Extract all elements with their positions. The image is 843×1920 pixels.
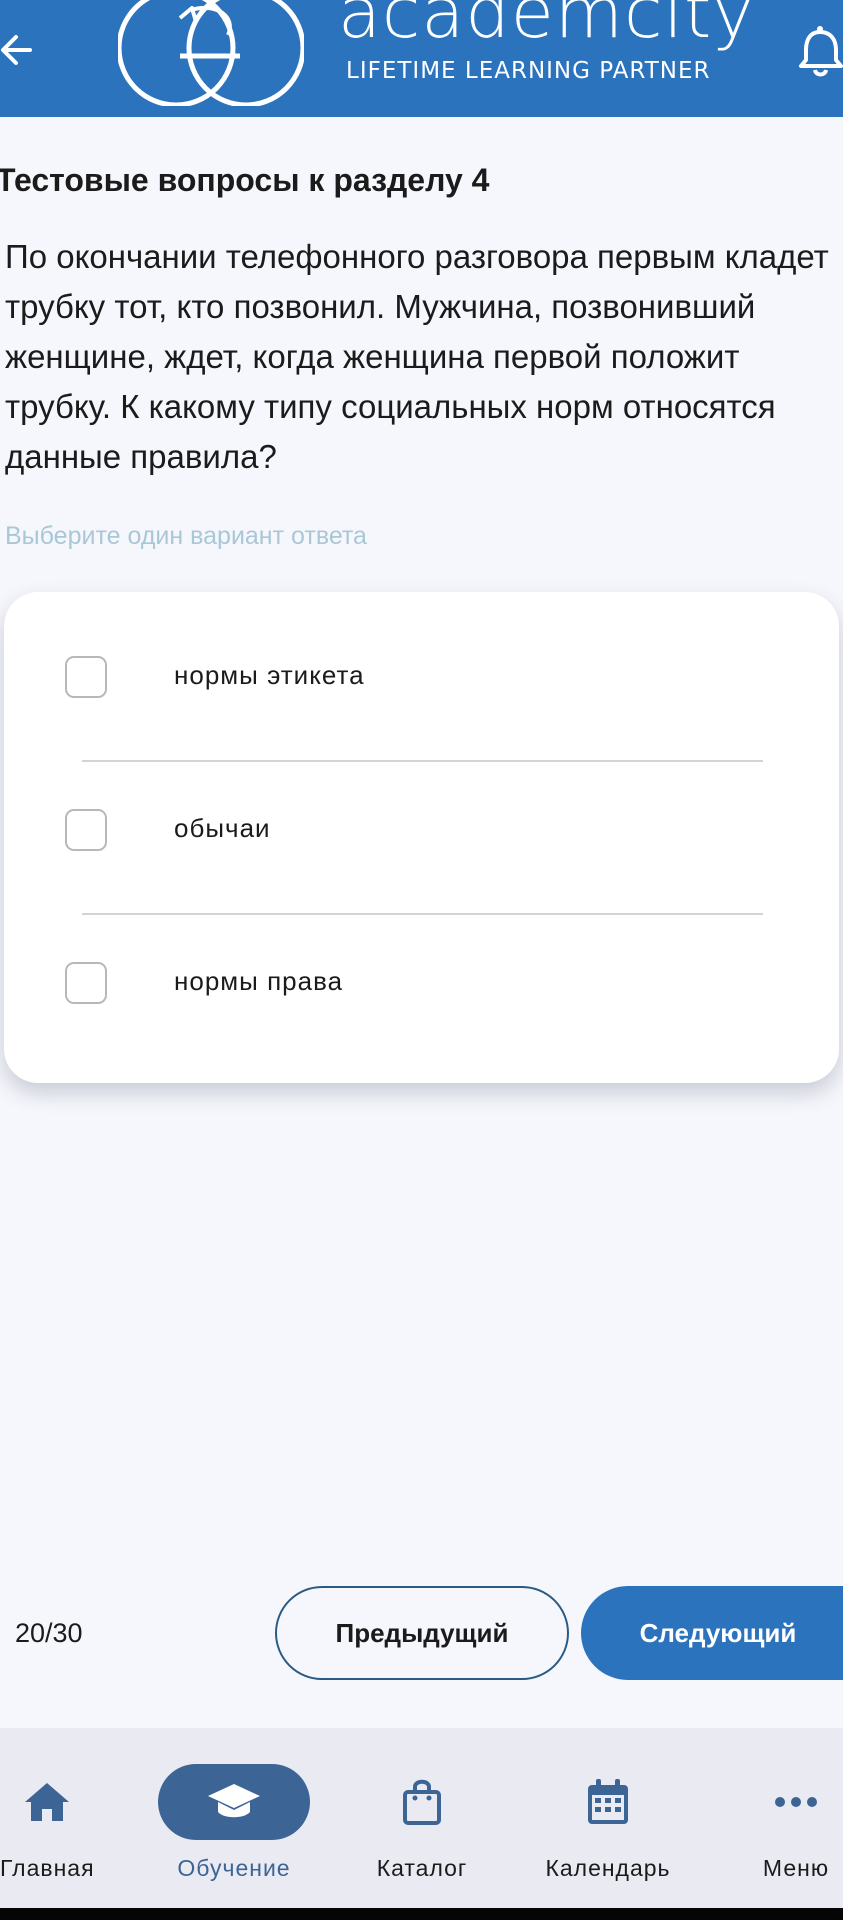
back-button[interactable] <box>0 24 34 76</box>
nav-item-calendar[interactable]: Календарь <box>540 1728 676 1908</box>
answer-checkbox[interactable] <box>65 809 107 851</box>
more-horizontal-icon <box>775 1797 817 1807</box>
question-counter: 20/30 <box>15 1618 83 1648</box>
arrow-left-icon <box>1 35 32 65</box>
nav-label: Обучение <box>177 1855 291 1881</box>
notifications-button[interactable] <box>798 24 843 78</box>
answers-card: нормы этикета обычаи нормы права <box>4 592 839 1083</box>
previous-button[interactable]: Предыдущий <box>275 1586 569 1680</box>
answer-checkbox[interactable] <box>65 962 107 1004</box>
divider <box>82 760 763 762</box>
nav-icon-container <box>761 1764 831 1840</box>
divider <box>82 913 763 915</box>
next-button[interactable]: Следующий <box>581 1586 843 1680</box>
nav-icon-container <box>568 1764 648 1840</box>
answer-label: нормы этикета <box>174 660 365 690</box>
answer-option[interactable]: обычаи <box>4 769 839 889</box>
brand-name: academcity <box>338 0 755 54</box>
academcity-logo-icon <box>118 0 304 106</box>
answer-label: обычаи <box>174 813 271 843</box>
home-icon <box>25 1783 69 1821</box>
section-title: Тестовые вопросы к разделу 4 <box>0 162 490 198</box>
nav-label: Меню <box>762 1855 830 1881</box>
brand-tagline: LIFETIME LEARNING PARTNER <box>346 58 711 84</box>
calendar-icon <box>588 1779 628 1824</box>
bottom-navigation: Главная Обучение Каталог Календарь Меню <box>0 1728 843 1908</box>
answer-option[interactable]: нормы права <box>4 922 839 1042</box>
nav-item-menu[interactable]: Меню <box>756 1728 836 1908</box>
answer-checkbox[interactable] <box>65 656 107 698</box>
answer-hint: Выберите один вариант ответа <box>5 522 367 550</box>
answer-label: нормы права <box>174 966 344 996</box>
nav-label: Главная <box>0 1855 95 1881</box>
question-text: По окончании телефонного разговора первы… <box>5 238 829 475</box>
nav-icon-container <box>9 1764 85 1840</box>
shopping-bag-icon <box>403 1779 441 1825</box>
nav-item-catalog[interactable]: Каталог <box>372 1728 472 1908</box>
graduation-cap-icon <box>208 1784 260 1818</box>
system-gesture-bar <box>0 1908 843 1920</box>
nav-icon-container <box>382 1764 462 1840</box>
nav-item-learning[interactable]: Обучение <box>158 1728 310 1908</box>
bell-icon <box>799 26 843 77</box>
nav-label: Календарь <box>545 1855 671 1881</box>
nav-item-home[interactable]: Главная <box>0 1728 94 1908</box>
app-header: academcity LIFETIME LEARNING PARTNER <box>0 0 843 117</box>
answer-option[interactable]: нормы этикета <box>4 616 839 736</box>
nav-icon-container <box>158 1764 310 1840</box>
nav-label: Каталог <box>376 1855 468 1881</box>
